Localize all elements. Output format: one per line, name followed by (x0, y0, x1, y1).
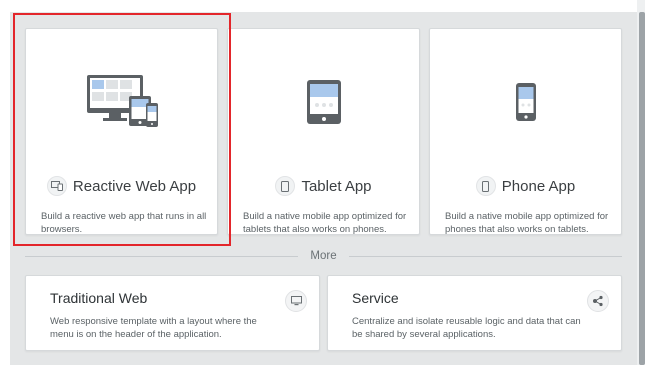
scrollbar-thumb[interactable] (639, 12, 645, 365)
reactive-web-app-card[interactable]: Reactive Web App Build a reactive web ap… (25, 28, 218, 235)
phone-illustration (430, 59, 621, 145)
divider-line (348, 255, 623, 257)
more-divider: More (25, 248, 623, 264)
phone-app-card[interactable]: Phone App Build a native mobile app opti… (429, 28, 622, 235)
card-title-row: Phone App (430, 175, 621, 197)
card-description: Build a reactive web app that runs in al… (41, 211, 207, 235)
tablet-illustration (228, 59, 419, 145)
phone-icon (475, 176, 496, 196)
monitor-icon (285, 290, 307, 312)
card-description: Build a native mobile app optimized for … (445, 211, 609, 235)
service-card[interactable]: Service Centralize and isolate reusable … (327, 275, 622, 351)
more-label: More (310, 250, 337, 262)
tablet-app-card[interactable]: Tablet App Build a native mobile app opt… (227, 28, 420, 235)
card-description: Centralize and isolate reusable logic an… (352, 316, 581, 340)
divider-line (25, 255, 299, 257)
card-title: Reactive Web App (72, 177, 197, 195)
responsive-devices-illustration (26, 59, 217, 145)
card-description: Build a native mobile app optimized for … (243, 211, 407, 235)
card-title: Traditional Web (50, 290, 148, 306)
card-title: Service (352, 290, 399, 306)
traditional-web-card[interactable]: Traditional Web Web responsive template … (25, 275, 320, 351)
responsive-devices-icon (46, 176, 67, 196)
service-network-icon (587, 290, 609, 312)
card-description: Web responsive template with a layout wh… (50, 316, 257, 340)
card-title-row: Tablet App (228, 175, 419, 197)
card-title: Phone App (501, 177, 576, 195)
card-title: Tablet App (301, 177, 372, 195)
tablet-icon (275, 176, 296, 196)
card-title-row: Reactive Web App (26, 175, 217, 197)
